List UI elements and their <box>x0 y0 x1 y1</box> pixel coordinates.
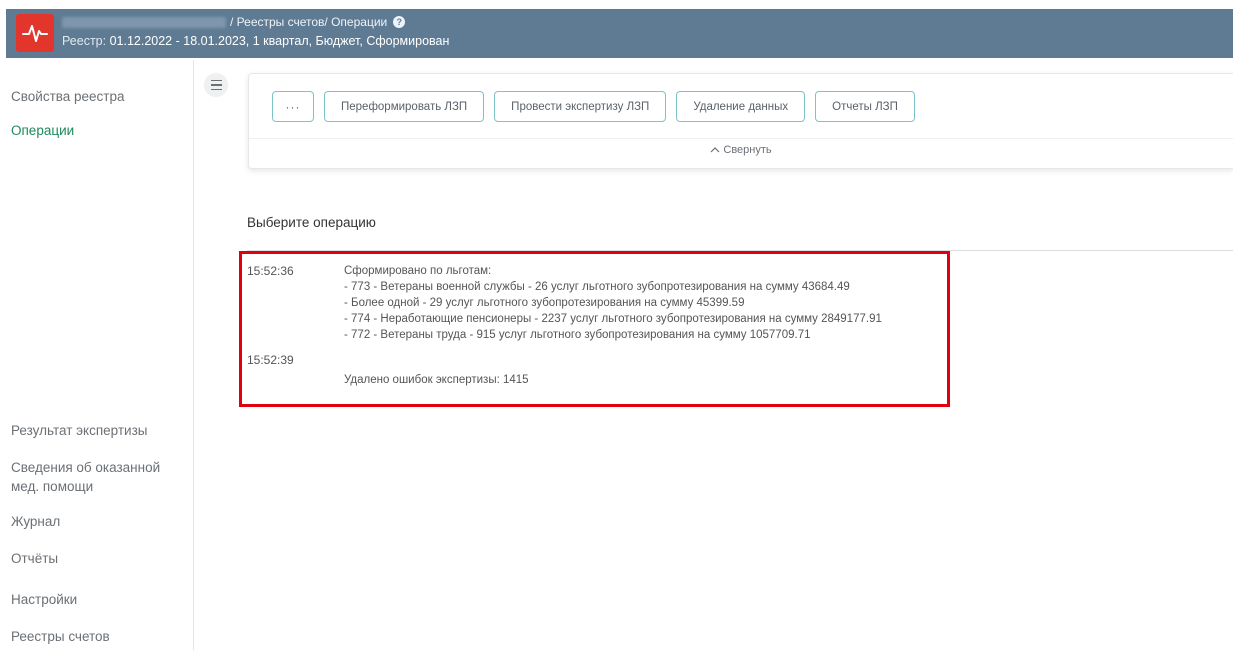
breadcrumb-text[interactable]: / Реестры счетов/ Операции <box>230 15 387 29</box>
sidebar-item-reports[interactable]: Отчёты <box>11 549 58 568</box>
app-header: / Реестры счетов/ Операции ? Реестр: 01.… <box>0 0 1233 60</box>
registry-value: 01.12.2022 - 18.01.2023, 1 квартал, Бюдж… <box>109 34 450 48</box>
log-entry-line: - 773 - Ветераны военной службы - 26 усл… <box>344 281 850 293</box>
lzp-reports-button[interactable]: Отчеты ЛЗП <box>815 91 915 122</box>
question-circle-icon[interactable]: ? <box>393 16 406 28</box>
heartbeat-icon[interactable] <box>16 14 54 52</box>
operations-panel: ··· Переформировать ЛЗП Провести эксперт… <box>248 73 1233 169</box>
sidebar-item-invoice-registries[interactable]: Реестры счетов <box>11 627 110 646</box>
log-entry-time: 15:52:36 <box>247 264 294 278</box>
panel-divider <box>249 138 1233 139</box>
sidebar-item-settings[interactable]: Настройки <box>11 590 77 609</box>
header-bar: / Реестры счетов/ Операции ? Реестр: 01.… <box>6 9 1233 58</box>
sidebar-item-operations[interactable]: Операции <box>11 121 74 140</box>
sidebar: Свойства реестра Операции Результат эксп… <box>0 60 194 650</box>
log-entry-line: Сформировано по льготам: <box>344 265 492 277</box>
log-entry-time: 15:52:39 <box>247 353 294 367</box>
registry-info: Реестр: 01.12.2022 - 18.01.2023, 1 кварт… <box>62 34 449 48</box>
log-entry-line: - 774 - Неработающие пенсионеры - 2237 у… <box>344 313 882 325</box>
run-lzp-expertise-button[interactable]: Провести экспертизу ЛЗП <box>494 91 667 122</box>
operations-toolbar: ··· Переформировать ЛЗП Провести эксперт… <box>272 91 915 122</box>
sidebar-item-registry-properties[interactable]: Свойства реестра <box>11 87 125 106</box>
more-actions-button[interactable]: ··· <box>272 91 314 122</box>
hamburger-icon[interactable] <box>204 73 228 97</box>
collapse-label: Свернуть <box>723 144 772 156</box>
registry-label: Реестр: <box>62 34 107 48</box>
log-entry-line: - 772 - Ветераны труда - 915 услуг льгот… <box>344 329 811 341</box>
breadcrumb: / Реестры счетов/ Операции ? <box>62 15 406 29</box>
log-entry-line: - Более одной - 29 услуг льготного зубоп… <box>344 297 745 309</box>
chevron-up-icon <box>710 144 720 156</box>
sidebar-item-medical-care-info[interactable]: Сведения об оказанной мед. помощи <box>11 458 160 496</box>
collapse-button[interactable]: Свернуть <box>249 144 1233 156</box>
sidebar-item-journal[interactable]: Журнал <box>11 512 60 531</box>
redacted-organization-name[interactable] <box>62 16 226 28</box>
delete-data-button[interactable]: Удаление данных <box>676 91 806 122</box>
choose-operation-title: Выберите операцию <box>247 215 376 230</box>
log-entry-line: Удалено ошибок экспертизы: 1415 <box>344 374 529 386</box>
reform-lzp-button[interactable]: Переформировать ЛЗП <box>324 91 485 122</box>
sidebar-item-expertise-result[interactable]: Результат экспертизы <box>11 421 148 440</box>
